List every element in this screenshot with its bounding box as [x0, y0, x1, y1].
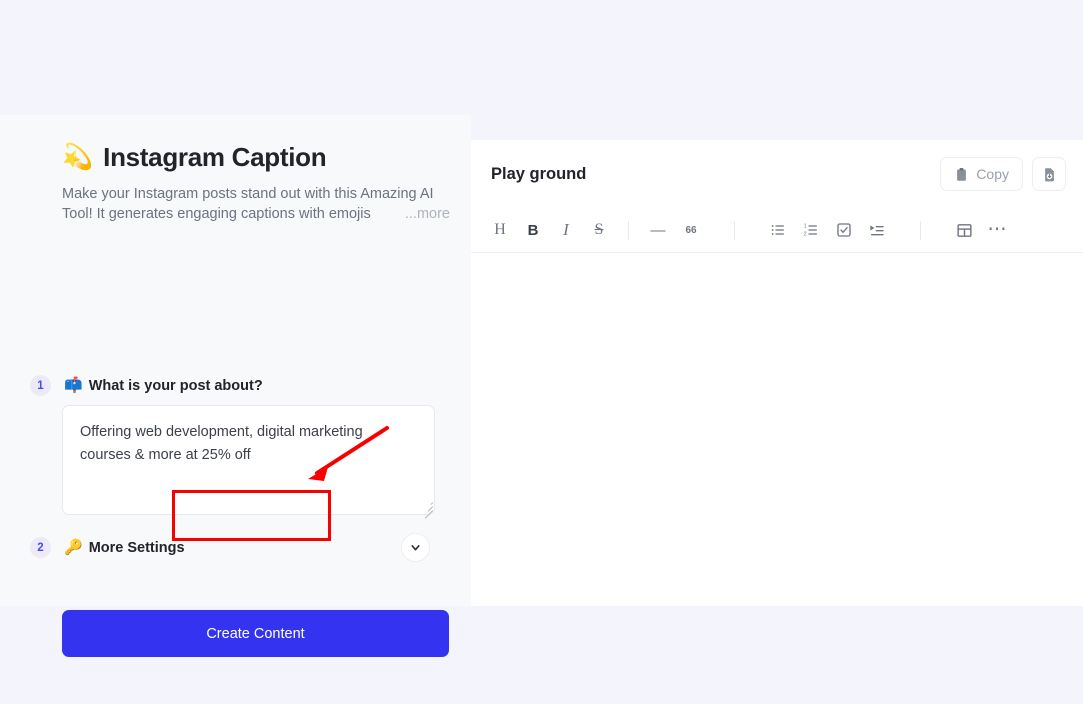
checklist-icon	[837, 223, 851, 237]
svg-text:2: 2	[804, 231, 807, 237]
playground-title: Play ground	[491, 164, 587, 183]
post-topic-input[interactable]	[62, 405, 435, 515]
step-label-text: More Settings	[88, 539, 185, 556]
read-more-link[interactable]: ...more	[403, 204, 450, 224]
italic-icon: I	[563, 220, 569, 239]
heading-button[interactable]: H	[485, 215, 515, 245]
step-number-badge: 2	[30, 537, 51, 558]
tool-form-card: 💫 Instagram Caption Make your Instagram …	[0, 115, 471, 657]
table-icon	[956, 223, 972, 237]
playground-header: Play ground Copy	[471, 140, 1083, 208]
checklist-button[interactable]	[829, 215, 859, 245]
quote-icon: 66	[685, 224, 697, 236]
italic-button[interactable]: I	[551, 215, 581, 245]
more-settings-toggle-button[interactable]	[401, 533, 430, 562]
heading-icon: H	[494, 221, 506, 238]
form-step-2: 2 🔑 More Settings	[30, 537, 185, 558]
numbered-list-button[interactable]: 1 2	[796, 215, 826, 245]
svg-text:1: 1	[804, 224, 807, 230]
more-options-button[interactable]: ⋯	[982, 215, 1012, 245]
app-header: 💫 Instagram Caption Make your Instagram …	[62, 142, 452, 224]
bold-button[interactable]: B	[518, 215, 548, 245]
copy-button-label: Copy	[976, 166, 1009, 182]
step-label: 📫 What is your post about?	[64, 378, 263, 394]
step-label: 🔑 More Settings	[64, 540, 185, 556]
blockquote-button[interactable]: 66	[676, 215, 706, 245]
star-burst-icon: 💫	[62, 143, 94, 171]
step-label-text: What is your post about?	[88, 377, 263, 394]
create-content-button[interactable]: Create Content	[62, 610, 449, 657]
strikethrough-icon: S	[594, 221, 604, 238]
table-button[interactable]	[949, 215, 979, 245]
toolbar-divider	[734, 220, 735, 240]
copy-button[interactable]: Copy	[940, 157, 1023, 191]
step-number-badge: 1	[30, 375, 51, 396]
mailbox-icon: 📫	[64, 377, 83, 394]
app-description-text: Make your Instagram posts stand out with…	[62, 186, 434, 222]
editor-content-area[interactable]	[471, 253, 1083, 606]
bulleted-list-icon	[771, 225, 784, 235]
app-description: Make your Instagram posts stand out with…	[62, 184, 450, 224]
save-document-button[interactable]	[1032, 157, 1066, 191]
numbered-list-icon: 1 2	[804, 224, 817, 237]
collapsible-list-icon	[870, 225, 884, 236]
page-title: 💫 Instagram Caption	[62, 142, 452, 173]
file-download-icon	[1044, 167, 1054, 181]
toolbar-divider	[628, 220, 629, 240]
form-step-1: 1 📫 What is your post about?	[30, 375, 263, 396]
horizontal-rule-button[interactable]: —	[643, 215, 673, 245]
playground-panel: Play ground Copy H B I S — 66 1 2 ⋯	[471, 140, 1083, 606]
editor-toolbar: H B I S — 66 1 2 ⋯	[471, 208, 1083, 253]
key-icon: 🔑	[64, 539, 83, 556]
clipboard-icon	[957, 167, 967, 181]
toolbar-divider	[920, 220, 921, 240]
app-title-text: Instagram Caption	[103, 142, 327, 172]
horizontal-rule-icon: —	[650, 221, 666, 239]
bold-icon: B	[527, 221, 539, 239]
strikethrough-button[interactable]: S	[584, 215, 614, 245]
collapsible-list-button[interactable]	[862, 215, 892, 245]
chevron-down-icon	[411, 545, 420, 551]
bulleted-list-button[interactable]	[763, 215, 793, 245]
